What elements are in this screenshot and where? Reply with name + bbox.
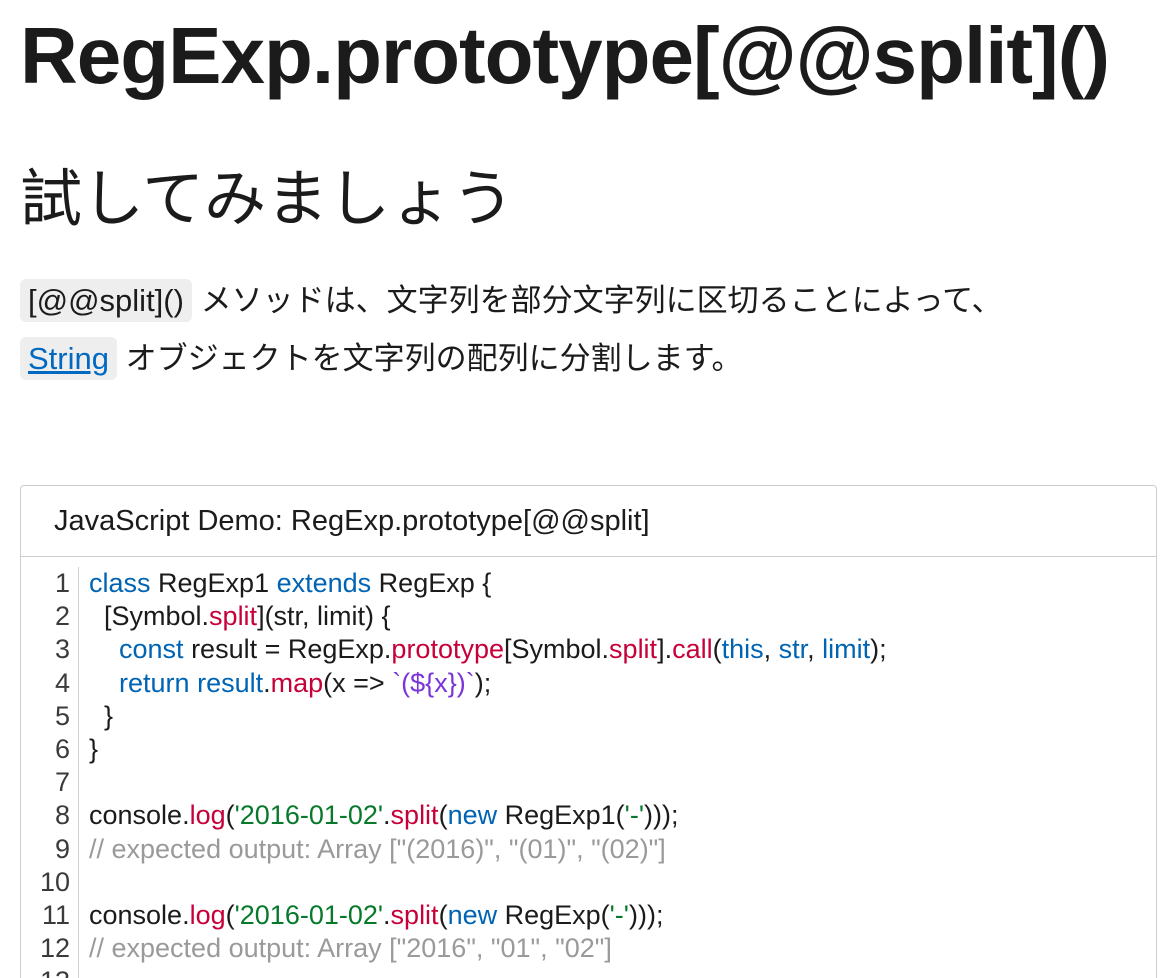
code-token: ( (225, 899, 235, 930)
code-token: ( (712, 634, 722, 665)
description-text-1: メソッドは、文字列を部分文字列に区切ることによって、 (191, 283, 1003, 318)
code-token: } (89, 733, 99, 764)
line-number: 13 (21, 965, 70, 978)
code-token: map (270, 667, 324, 698)
code-line: } (89, 700, 887, 733)
demo-header: JavaScript Demo: RegExp.prototype[@@spli… (21, 486, 1156, 557)
page: RegExp.prototype[@@split]() 試してみましょう [@@… (0, 0, 1176, 978)
code-token: ( (225, 800, 235, 831)
code-token: ](str, limit) { (257, 601, 391, 632)
code-token: . (383, 899, 391, 930)
code-token: const (119, 634, 184, 665)
code-line: console.log('2016-01-02'.split(new RegEx… (89, 799, 887, 832)
string-link[interactable]: String (20, 337, 117, 380)
line-number: 9 (54, 833, 70, 864)
code-token: ); (870, 634, 887, 665)
code-token: return (119, 667, 190, 698)
description-text-2: オブジェクトを文字列の配列に分割します。 (116, 341, 743, 376)
interactive-demo: JavaScript Demo: RegExp.prototype[@@spli… (20, 485, 1157, 978)
code-token: console. (89, 800, 190, 831)
code-token: '-' (609, 899, 629, 930)
line-number: 6 (54, 733, 70, 764)
code-token: split (209, 601, 258, 632)
code-token: ))); (643, 800, 679, 831)
code-token: RegExp { (371, 568, 492, 598)
description-line-1: [@@split]() メソッドは、文字列を部分文字列に区切ることによって、 (20, 272, 1140, 330)
line-number: 3 (54, 634, 70, 665)
code-token: class (89, 568, 151, 598)
code-token: // expected output: Array ["2016", "01",… (89, 933, 612, 964)
description-line-2: String オブジェクトを文字列の配列に分割します。 (20, 330, 1140, 388)
code-token: split (390, 899, 439, 930)
code-token: ( (438, 800, 448, 831)
line-number: 12 (39, 933, 70, 964)
code-line: return result.map(x => `(${x})`); (89, 667, 887, 700)
code-token: '2016-01-02' (234, 899, 384, 930)
code-token: prototype (391, 634, 504, 665)
code-token: split (609, 634, 658, 665)
code-line: // expected output: Array ["(2016)", "(0… (89, 833, 887, 866)
code-token: ); (474, 667, 492, 698)
code-token: extends (276, 568, 372, 598)
code-token: '2016-01-02' (234, 800, 384, 831)
code-token: new (447, 800, 498, 831)
code-token: ))); (628, 899, 664, 930)
line-number: 8 (54, 800, 70, 831)
code-token: `(${x})` (392, 667, 475, 698)
code-token: , (807, 634, 823, 665)
page-title: RegExp.prototype[@@split]() (20, 11, 1110, 100)
code-token: (x => (323, 667, 393, 698)
code-token: RegExp( (497, 899, 610, 930)
code-line: console.log('2016-01-02'.split(new RegEx… (89, 899, 887, 932)
description-paragraph: [@@split]() メソッドは、文字列を部分文字列に区切ることによって、 S… (20, 272, 1140, 388)
code-token: [Symbol. (504, 634, 610, 665)
method-code-term: [@@split]() (20, 279, 192, 322)
line-number: 5 (54, 700, 70, 731)
code-token: console. (89, 899, 190, 930)
line-number: 2 (54, 601, 70, 632)
code-token: result (197, 667, 264, 698)
code-token: [Symbol. (89, 601, 210, 632)
line-number: 1 (54, 568, 70, 598)
code-editor[interactable]: 12345678910111213 class RegExp1 extends … (21, 557, 1156, 978)
section-heading: 試してみましょう (20, 165, 515, 234)
code-line: } (89, 733, 887, 766)
code-token: log (189, 800, 226, 831)
code-line: // expected output: Array ["2016", "01",… (89, 932, 887, 965)
code-token: str (778, 634, 808, 665)
code-token: , (763, 634, 779, 665)
code-token: RegExp1( (497, 800, 625, 831)
code-line: class RegExp1 extends RegExp { (89, 567, 887, 600)
code-area[interactable]: class RegExp1 extends RegExp { [Symbol.s… (79, 567, 887, 978)
code-token: // expected output: Array ["(2016)", "(0… (89, 833, 666, 864)
code-token: this (721, 634, 764, 665)
code-token: call (672, 634, 713, 665)
code-token: ( (438, 899, 448, 930)
code-token: ]. (657, 634, 673, 665)
code-token: '-' (624, 800, 644, 831)
code-token: RegExp1 (150, 568, 277, 598)
code-token: } (89, 700, 114, 731)
code-token: . (263, 667, 271, 698)
line-number-gutter: 12345678910111213 (21, 567, 79, 978)
code-token: result = RegExp. (183, 634, 392, 665)
line-number: 7 (54, 767, 70, 798)
code-token: limit (822, 634, 871, 665)
line-number: 4 (54, 667, 70, 698)
code-line: [Symbol.split](str, limit) { (89, 600, 887, 633)
code-line: const result = RegExp.prototype[Symbol.s… (89, 633, 887, 666)
code-token: split (390, 800, 439, 831)
line-number: 10 (39, 866, 70, 897)
code-token: new (447, 899, 498, 930)
line-number: 11 (41, 899, 70, 930)
code-token: log (189, 899, 226, 930)
code-token: . (383, 800, 391, 831)
